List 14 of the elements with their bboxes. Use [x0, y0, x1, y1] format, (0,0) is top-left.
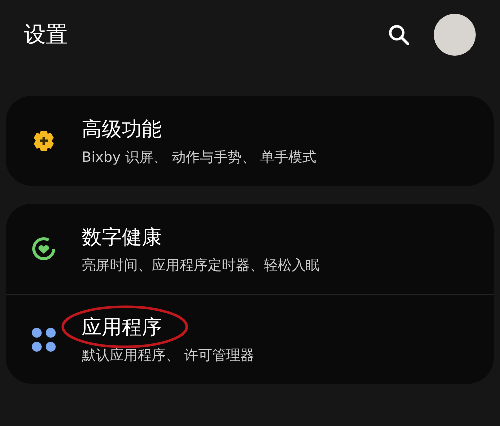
- settings-item[interactable]: 应用程序 默认应用程序、 许可管理器: [6, 294, 494, 384]
- item-subtitle: Bixby 识屏、 动作与手势、 单手模式: [82, 148, 316, 168]
- item-subtitle: 亮屏时间、应用程序定时器、轻松入眠: [82, 256, 320, 276]
- page-title: 设置: [24, 22, 69, 50]
- item-title: 高级功能: [82, 116, 162, 140]
- heart-ring-icon: [31, 236, 57, 262]
- item-title: 应用程序: [82, 315, 162, 339]
- settings-item[interactable]: 数字健康 亮屏时间、应用程序定时器、轻松入眠: [6, 204, 494, 294]
- settings-item[interactable]: 高级功能 Bixby 识屏、 动作与手势、 单手模式: [6, 96, 494, 186]
- item-subtitle: 默认应用程序、 许可管理器: [82, 347, 254, 366]
- four-dots-icon: [31, 326, 57, 352]
- item-title: 数字健康: [82, 224, 162, 248]
- search-icon[interactable]: [388, 24, 410, 46]
- gear-plus-icon: [32, 129, 56, 153]
